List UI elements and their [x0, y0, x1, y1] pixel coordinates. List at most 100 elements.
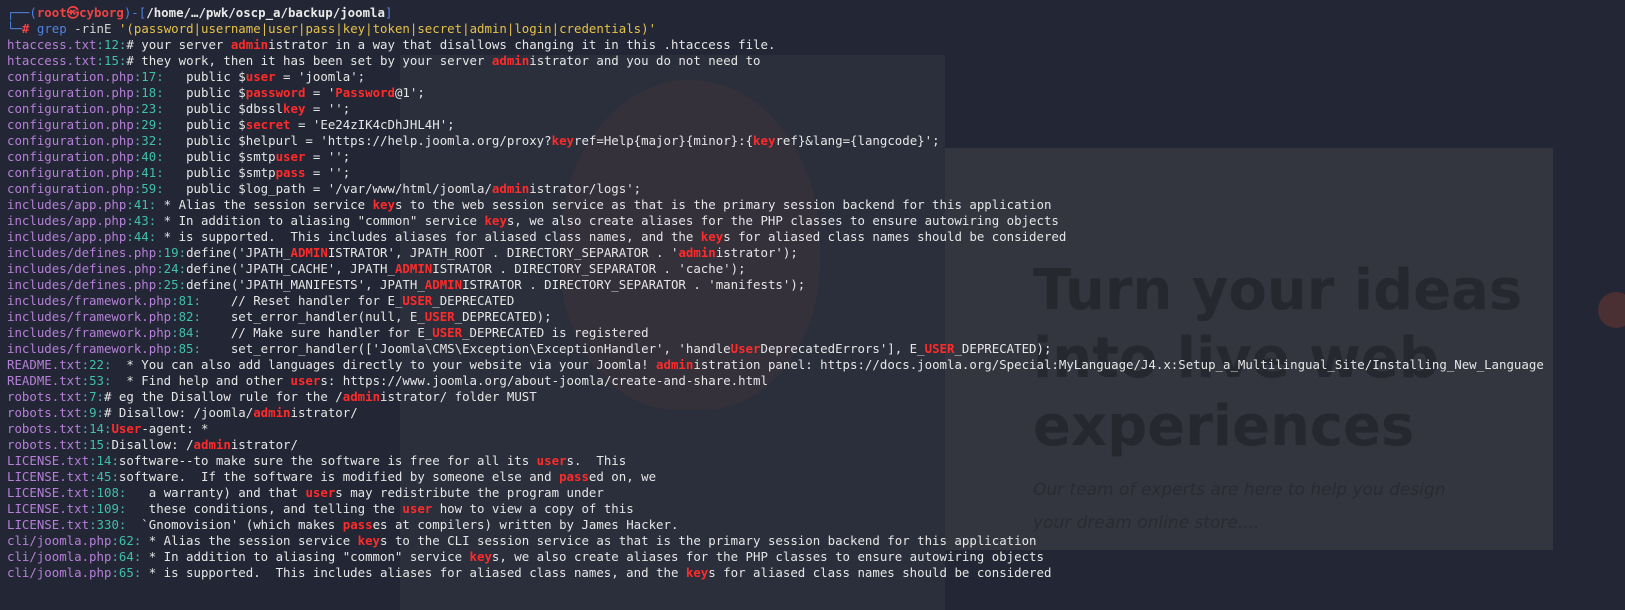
result-filename: includes/defines.php — [7, 277, 157, 292]
result-text: Disallow: /administrator/ — [111, 437, 298, 452]
result-filename: LICENSE.txt — [7, 485, 90, 500]
match-highlight: user — [402, 501, 433, 516]
result-filename: configuration.php — [7, 101, 134, 116]
result-filename: includes/framework.php — [7, 325, 172, 340]
match-highlight: USER — [924, 341, 955, 356]
result-line-number: 43 — [133, 213, 149, 228]
terminal-window[interactable]: Turn your ideas into live web experience… — [0, 0, 1625, 610]
result-line-number: 14 — [89, 421, 104, 436]
grep-result-line: cli/joomla.php:65: * is supported. This … — [7, 565, 1052, 580]
grep-result-line: configuration.php:41: public $smtppass =… — [7, 165, 351, 180]
result-filename: includes/app.php — [7, 229, 127, 244]
result-line-number: 7 — [89, 389, 97, 404]
terminal-output: ┌──(root㉿cyborg)-[/home/…/pwk/oscp_a/bac… — [0, 0, 1625, 581]
grep-result-line: configuration.php:17: public $user = 'jo… — [7, 69, 366, 84]
result-line-number: 15 — [89, 437, 104, 452]
result-line-number: 40 — [141, 149, 157, 164]
result-text: // Make sure handler for E_USER_DEPRECAT… — [200, 325, 649, 340]
grep-result-line: includes/framework.php:85: set_error_han… — [7, 341, 1052, 356]
result-filename: includes/app.php — [7, 213, 127, 228]
grep-result-line: includes/app.php:44: * is supported. Thi… — [7, 229, 1067, 244]
result-line-number: 45 — [96, 469, 112, 484]
result-text: * is supported. This includes aliases fo… — [141, 565, 1052, 580]
result-filename: README.txt — [7, 373, 82, 388]
command-pattern: '(password|username|user|pass|key|token|… — [118, 21, 657, 36]
result-line-number: 53 — [89, 373, 104, 388]
match-highlight: key — [700, 229, 724, 244]
result-filename: LICENSE.txt — [7, 469, 90, 484]
result-text: public $dbsslkey = ''; — [163, 101, 351, 116]
match-highlight: USER — [424, 309, 455, 324]
grep-result-line: LICENSE.txt:330: `Gnomovision' (which ma… — [7, 517, 679, 532]
grep-result-line: htaccess.txt:15:# they work, then it has… — [7, 53, 761, 68]
prompt-user: root — [36, 5, 67, 20]
grep-result-line: robots.txt:14:User-agent: * — [7, 421, 209, 436]
match-highlight: admin — [342, 389, 381, 404]
grep-result-line: configuration.php:23: public $dbsslkey =… — [7, 101, 351, 116]
match-highlight: USER — [402, 293, 433, 308]
result-line-number: 330 — [96, 517, 119, 532]
match-highlight: password — [245, 85, 306, 100]
grep-result-line: cli/joomla.php:62: * Alias the session s… — [7, 533, 1037, 548]
result-text: # your server administrator in a way tha… — [126, 37, 776, 52]
command-word: grep — [36, 21, 67, 36]
result-line-number: 22 — [89, 357, 104, 372]
result-line-number: 62 — [118, 533, 134, 548]
match-highlight: user — [245, 69, 276, 84]
result-filename: README.txt — [7, 357, 82, 372]
result-line-number: 29 — [141, 117, 157, 132]
result-line-number: 25 — [163, 277, 179, 292]
command-line[interactable]: └─# grep -rinE '(password|username|user|… — [7, 21, 1625, 37]
grep-results: htaccess.txt:12:# your server administra… — [7, 37, 1625, 581]
match-highlight: User — [730, 341, 761, 356]
match-highlight: admin — [230, 37, 269, 52]
grep-result-line: includes/app.php:41: * Alias the session… — [7, 197, 1052, 212]
match-highlight: admin — [491, 53, 530, 68]
match-highlight: user — [305, 485, 336, 500]
result-line-number: 23 — [141, 101, 157, 116]
result-text: define('JPATH_ADMINISTRATOR', JPATH_ROOT… — [186, 245, 798, 260]
match-highlight: ADMIN — [290, 245, 328, 260]
result-line-number: 109 — [96, 501, 119, 516]
grep-result-line: includes/defines.php:19:define('JPATH_AD… — [7, 245, 798, 260]
match-highlight: Password — [335, 85, 395, 100]
match-highlight: user — [275, 149, 306, 164]
match-highlight: ADMIN — [394, 261, 433, 276]
result-filename: includes/defines.php — [7, 245, 157, 260]
grep-result-line: robots.txt:7:# eg the Disallow rule for … — [7, 389, 537, 404]
result-text: define('JPATH_MANIFESTS', JPATH_ADMINIST… — [186, 277, 806, 292]
grep-result-line: LICENSE.txt:108: a warranty) and that us… — [7, 485, 604, 500]
match-highlight: ADMIN — [424, 277, 463, 292]
match-highlight: admin — [678, 245, 716, 260]
prompt-host: cyborg — [79, 5, 124, 20]
skull-icon: ㉿ — [66, 5, 80, 20]
grep-result-line: configuration.php:59: public $log_path =… — [7, 181, 642, 196]
grep-result-line: README.txt:53: * Find help and other use… — [7, 373, 768, 388]
match-highlight: key — [357, 533, 381, 548]
result-text: public $helpurl = 'https://help.joomla.o… — [163, 133, 940, 148]
result-text: * is supported. This includes aliases fo… — [156, 229, 1067, 244]
result-text: software--to make sure the software is f… — [118, 453, 627, 468]
match-highlight: key — [685, 565, 709, 580]
result-text: * Alias the session service keys to the … — [156, 197, 1052, 212]
result-line-number: 18 — [141, 85, 157, 100]
result-line-number: 32 — [141, 133, 157, 148]
grep-result-line: includes/framework.php:82: set_error_han… — [7, 309, 552, 324]
match-highlight: key — [551, 133, 574, 148]
result-filename: cli/joomla.php — [7, 549, 112, 564]
match-highlight: pass — [342, 517, 373, 532]
result-filename: robots.txt — [7, 437, 82, 452]
grep-result-line: LICENSE.txt:45:software. If the software… — [7, 469, 657, 484]
result-text: // Reset handler for E_USER_DEPRECATED — [200, 293, 515, 308]
result-line-number: 9 — [89, 405, 97, 420]
match-highlight: admin — [656, 357, 694, 372]
result-text: public $password = 'Password@1'; — [163, 85, 425, 100]
match-highlight: USER — [432, 325, 463, 340]
result-filename: includes/framework.php — [7, 309, 172, 324]
result-line-number: 41 — [133, 197, 149, 212]
result-line-number: 84 — [178, 325, 194, 340]
result-filename: configuration.php — [7, 117, 134, 132]
grep-result-line: cli/joomla.php:64: * In addition to alia… — [7, 549, 1044, 564]
grep-result-line: configuration.php:29: public $secret = '… — [7, 117, 455, 132]
grep-result-line: configuration.php:32: public $helpurl = … — [7, 133, 940, 148]
